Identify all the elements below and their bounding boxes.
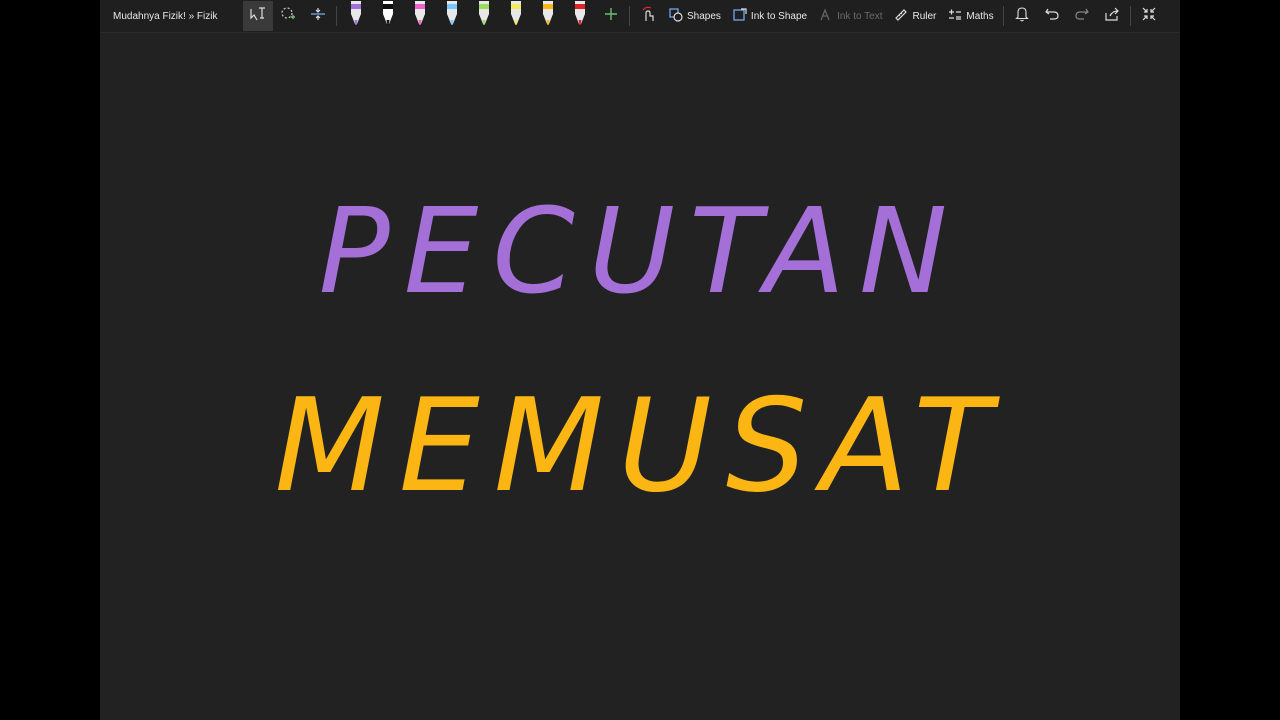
add-space-button[interactable] [303, 1, 333, 31]
toolbar-divider [1002, 6, 1004, 26]
share-icon [1104, 7, 1120, 26]
lasso-type-select-button[interactable] [243, 1, 273, 31]
ruler-label: Ruler [912, 10, 937, 22]
redo-button[interactable] [1067, 1, 1097, 31]
shapes-button[interactable]: Shapes [663, 1, 727, 31]
undo-button[interactable] [1037, 1, 1067, 31]
toolbar-divider [336, 6, 337, 26]
touch-draw-button[interactable] [633, 1, 663, 31]
plus-icon [604, 7, 618, 26]
page-canvas[interactable]: PECUTAN MEMUSAT [100, 32, 1180, 720]
redo-icon [1074, 7, 1090, 26]
exit-full-screen-button[interactable] [1134, 1, 1164, 31]
undo-icon [1044, 7, 1060, 26]
ink-to-shape-label: Ink to Shape [750, 10, 808, 22]
maths-button[interactable]: Maths [942, 1, 999, 31]
draw-with-touch-icon [640, 5, 656, 28]
pen-gold[interactable] [532, 1, 564, 31]
pen-icon [476, 1, 492, 32]
ink-to-shape-icon [733, 7, 747, 25]
pen-green[interactable] [468, 1, 500, 31]
collapse-icon [1142, 7, 1156, 26]
ink-text-memusat[interactable]: MEMUSAT [100, 372, 1180, 521]
pen-light-blue[interactable] [436, 1, 468, 31]
ink-to-shape-button[interactable]: Ink to Shape [727, 1, 813, 31]
ink-text-pecutan[interactable]: PECUTAN [100, 182, 1180, 320]
ink-to-text-icon [819, 7, 833, 25]
add-pen-button[interactable] [596, 1, 626, 31]
toolbar-divider [1129, 6, 1131, 26]
ink-to-text-label: Ink to Text [837, 10, 883, 22]
onenote-window: Mudahnya Fizik! » Fizik Shapes Ink to Sh… [100, 0, 1180, 720]
bell-icon [1014, 6, 1029, 27]
ink-to-text-button[interactable]: Ink to Text [813, 1, 888, 31]
shapes-icon [669, 7, 683, 25]
ruler-icon [894, 8, 908, 25]
pen-tray [340, 1, 596, 31]
pen-purple[interactable] [340, 1, 372, 31]
shapes-label: Shapes [687, 10, 721, 22]
pen-icon [444, 1, 460, 32]
notifications-button[interactable] [1007, 1, 1037, 31]
maths-icon [948, 8, 962, 25]
pen-icon [508, 1, 524, 32]
pen-pink[interactable] [404, 1, 436, 31]
type-select-icon [249, 6, 267, 27]
pen-icon [572, 1, 588, 32]
add-space-icon [309, 6, 327, 27]
ruler-button[interactable]: Ruler [888, 1, 942, 31]
pen-icon [412, 1, 428, 32]
pen-yellow[interactable] [500, 1, 532, 31]
pen-red[interactable] [564, 1, 596, 31]
pen-black[interactable] [372, 1, 404, 31]
draw-toolbar: Mudahnya Fizik! » Fizik Shapes Ink to Sh… [100, 0, 1180, 33]
breadcrumb[interactable]: Mudahnya Fizik! » Fizik [100, 11, 243, 22]
pen-icon [348, 1, 364, 32]
lasso-icon [279, 6, 297, 27]
pen-icon [540, 1, 556, 32]
toolbar-divider [629, 6, 630, 26]
maths-label: Maths [966, 10, 994, 22]
share-button[interactable] [1097, 1, 1127, 31]
lasso-select-button[interactable] [273, 1, 303, 31]
pen-icon [380, 1, 396, 32]
